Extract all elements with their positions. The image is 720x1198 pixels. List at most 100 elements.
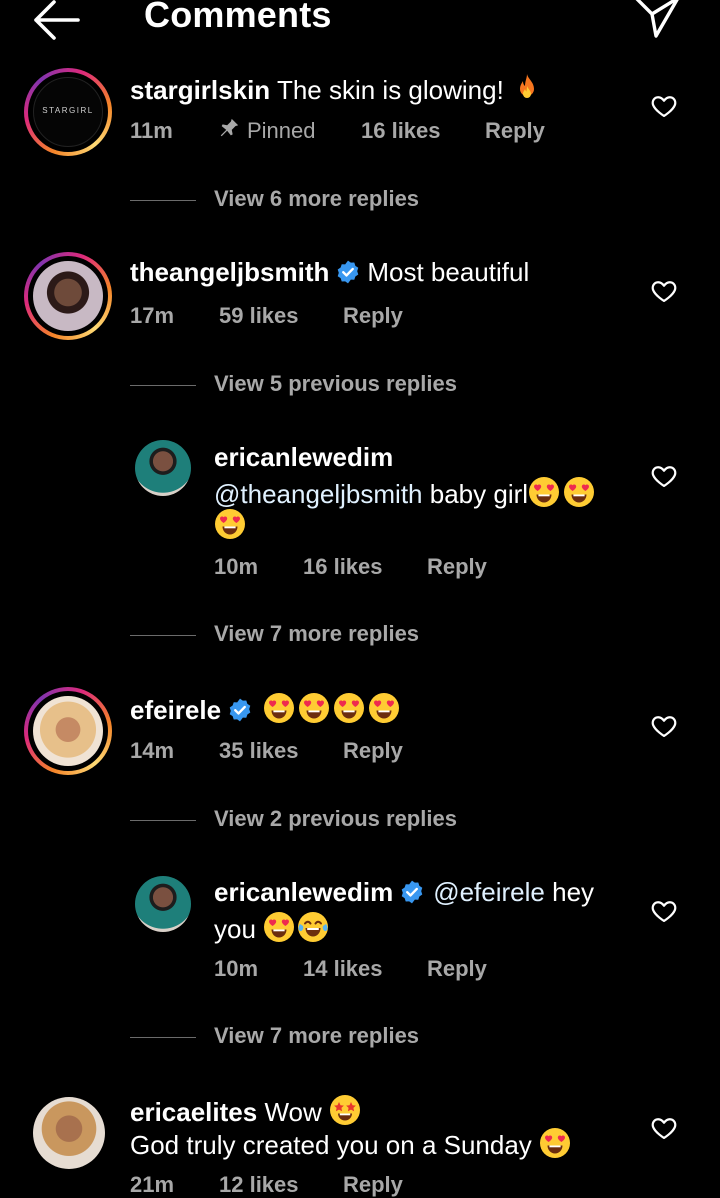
reply-username-line: ericanlewedim [214, 442, 393, 473]
reply-text-line: @theangeljbsmith baby girl [214, 476, 595, 510]
view-replies-label: View 5 previous replies [214, 371, 457, 396]
avatar[interactable] [33, 1097, 105, 1169]
mention-link[interactable]: @theangeljbsmith [214, 479, 423, 509]
share-button[interactable] [628, 0, 684, 42]
heart-eyes-emoji [539, 1127, 571, 1159]
reply-username[interactable]: ericanlewedim [214, 442, 393, 472]
arrow-left-icon [34, 0, 80, 40]
reply-text: hey [552, 877, 595, 907]
verified-badge-icon [399, 879, 425, 905]
heart-eyes-emoji [333, 692, 365, 724]
avatar[interactable] [33, 696, 103, 766]
comment-meta: 14m 35 likes Reply [130, 738, 610, 764]
comment-text-line: stargirlskin The skin is glowing! [130, 72, 543, 106]
heart-eyes-emoji [528, 476, 560, 508]
verified-badge-icon [227, 697, 253, 723]
like-heart-icon[interactable] [650, 92, 678, 120]
reply-text: baby girl [429, 479, 529, 509]
comment-meta: 11m Pinned 16 likes Reply [130, 118, 610, 144]
avatar[interactable] [135, 876, 191, 932]
comment-text-line: efeirele [130, 692, 400, 726]
reply-button[interactable]: Reply [343, 738, 403, 764]
comment-text: Wow [264, 1097, 322, 1127]
view-replies-label: View 6 more replies [214, 186, 420, 211]
like-heart-icon[interactable] [650, 1114, 678, 1142]
reply-button[interactable]: Reply [485, 118, 545, 144]
view-replies-button[interactable]: View 7 more replies [130, 621, 470, 651]
reply-meta: 10m 14 likes Reply [214, 956, 614, 982]
paper-plane-icon [635, 0, 679, 38]
pinned-label: Pinned [247, 118, 316, 143]
comment-text-continued: God truly created you on a Sunday [130, 1130, 532, 1160]
like-heart-icon[interactable] [650, 462, 678, 490]
reply-username[interactable]: ericanlewedim [214, 877, 393, 907]
comment-username[interactable]: stargirlskin [130, 75, 270, 105]
pin-icon [218, 117, 240, 145]
reply-text-continued: you [214, 914, 256, 944]
fire-emoji [511, 72, 543, 104]
view-replies-label: View 7 more replies [214, 621, 420, 646]
comment-meta: 21m 12 likes Reply [130, 1172, 610, 1198]
face-with-tears-of-joy-emoji [297, 911, 329, 943]
reply-button[interactable]: Reply [343, 1172, 403, 1198]
reply-button[interactable]: Reply [427, 554, 487, 580]
avatar-logo-text: STARGIRL [42, 106, 94, 115]
comment-time: 14m [130, 738, 175, 763]
reply-button[interactable]: Reply [343, 303, 403, 329]
comment-meta: 17m 59 likes Reply [130, 303, 610, 329]
comment-username[interactable]: theangeljbsmith [130, 257, 329, 287]
top-bar: Comments [0, 0, 720, 58]
comment-text: The skin is glowing! [276, 75, 504, 105]
avatar[interactable]: STARGIRL [33, 77, 103, 147]
divider-line [130, 635, 196, 636]
comment-time: 21m [130, 1172, 175, 1197]
divider-line [130, 385, 196, 386]
view-replies-button[interactable]: View 5 previous replies [130, 371, 490, 401]
reply-time: 10m [214, 956, 259, 981]
heart-eyes-emoji [263, 911, 295, 943]
heart-eyes-emoji [263, 692, 295, 724]
view-replies-label: View 2 previous replies [214, 806, 457, 831]
heart-eyes-emoji [368, 692, 400, 724]
likes-count[interactable]: 59 likes [219, 303, 299, 329]
star-struck-emoji [329, 1094, 361, 1126]
comment-time: 11m [130, 118, 173, 143]
reply-time: 10m [214, 554, 259, 579]
comment-username[interactable]: ericaelites [130, 1097, 257, 1127]
story-ring[interactable] [24, 687, 112, 775]
likes-count[interactable]: 35 likes [219, 738, 299, 764]
avatar[interactable] [33, 261, 103, 331]
story-ring[interactable] [24, 252, 112, 340]
view-replies-label: View 7 more replies [214, 1023, 420, 1048]
reply-text-line: ericanlewedim @efeirele hey [214, 877, 594, 908]
likes-count[interactable]: 16 likes [303, 554, 383, 580]
comment-text-line: God truly created you on a Sunday [130, 1127, 571, 1161]
view-replies-button[interactable]: View 7 more replies [130, 1023, 470, 1053]
like-heart-icon[interactable] [650, 712, 678, 740]
comment-text: Most beautiful [367, 257, 530, 287]
page-title: Comments [144, 0, 332, 35]
avatar[interactable] [135, 440, 191, 496]
comment-time: 17m [130, 303, 175, 328]
comment-text-line: ericaelites Wow [130, 1094, 361, 1128]
reply-meta: 10m 16 likes Reply [214, 554, 614, 580]
likes-count[interactable]: 12 likes [219, 1172, 299, 1198]
comment-text-line: theangeljbsmith Most beautiful [130, 257, 529, 288]
reply-text-line [214, 508, 246, 542]
reply-button[interactable]: Reply [427, 956, 487, 982]
view-replies-button[interactable]: View 6 more replies [130, 186, 470, 216]
likes-count[interactable]: 14 likes [303, 956, 383, 982]
back-button[interactable] [28, 0, 84, 40]
reply-text-line: you [214, 911, 329, 945]
divider-line [130, 1037, 196, 1038]
view-replies-button[interactable]: View 2 previous replies [130, 806, 490, 836]
mention-link[interactable]: @efeirele [433, 877, 545, 907]
like-heart-icon[interactable] [650, 897, 678, 925]
heart-eyes-emoji [214, 508, 246, 540]
comment-username[interactable]: efeirele [130, 695, 221, 725]
story-ring[interactable]: STARGIRL [24, 68, 112, 156]
divider-line [130, 200, 196, 201]
likes-count[interactable]: 16 likes [361, 118, 441, 144]
heart-eyes-emoji [563, 476, 595, 508]
like-heart-icon[interactable] [650, 277, 678, 305]
